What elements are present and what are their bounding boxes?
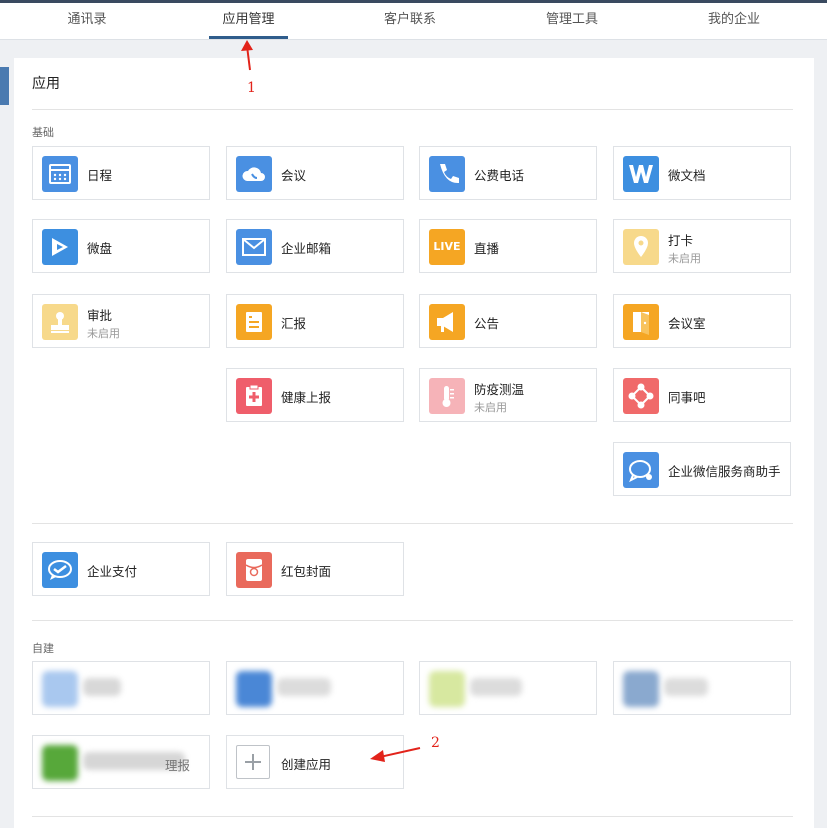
app-card-pay[interactable]: 企业支付 — [32, 542, 210, 596]
app-card-colleague[interactable]: 同事吧 — [613, 368, 791, 422]
annotation-label-1: 1 — [247, 80, 256, 96]
app-card-schedule[interactable]: 日程 — [32, 146, 210, 200]
tab-contacts[interactable]: 通讯录 — [48, 3, 126, 39]
app-card-doc[interactable]: 微文档 — [613, 146, 791, 200]
app-status: 未启用 — [87, 327, 120, 340]
app-label: 直播 — [474, 241, 500, 256]
tab-management-tools[interactable]: 管理工具 — [532, 3, 612, 39]
blurred-app-label — [470, 678, 522, 696]
blurred-app-label — [277, 678, 331, 696]
mail-icon — [236, 229, 272, 265]
app-card-room[interactable]: 会议室 — [613, 294, 791, 348]
blurred-app-icon — [429, 671, 465, 707]
blurred-app-icon — [623, 671, 659, 707]
app-label: 创建应用 — [281, 757, 332, 772]
annotation-arrow-1 — [241, 40, 253, 71]
app-card-report[interactable]: 汇报 — [226, 294, 404, 348]
pay-icon — [42, 552, 78, 588]
custom-app-card-2[interactable] — [226, 661, 404, 715]
app-status: 未启用 — [668, 252, 701, 265]
divider — [32, 620, 793, 621]
app-label: 微文档 — [668, 168, 706, 183]
left-side-indicator — [0, 67, 9, 105]
app-card-approval[interactable]: 审批 未启用 — [32, 294, 210, 348]
app-label: 微盘 — [87, 241, 113, 256]
apps-panel: 应用 基础 日程 会议 公费电话 微文档 微盘 企业邮箱 LIVE 直播 打卡 … — [14, 58, 814, 828]
location-pin-icon — [623, 229, 659, 265]
custom-app-card-4[interactable] — [613, 661, 791, 715]
blurred-app-icon — [236, 671, 272, 707]
stamp-icon — [42, 304, 78, 340]
section-custom-label: 自建 — [32, 642, 54, 655]
app-label: 企业微信服务商助手 — [668, 464, 781, 479]
app-label: 同事吧 — [668, 390, 706, 405]
blurred-app-icon — [42, 745, 78, 781]
app-label: 企业邮箱 — [281, 241, 332, 256]
live-icon: LIVE — [429, 229, 465, 265]
app-card-health[interactable]: 健康上报 — [226, 368, 404, 422]
app-label: 汇报 — [281, 316, 307, 331]
divider — [32, 816, 793, 817]
app-label: 会议室 — [668, 316, 706, 331]
app-card-live[interactable]: LIVE 直播 — [419, 219, 597, 273]
plus-icon — [236, 745, 270, 779]
app-card-disk[interactable]: 微盘 — [32, 219, 210, 273]
disk-icon — [42, 229, 78, 265]
app-card-notice[interactable]: 公告 — [419, 294, 597, 348]
app-label: 会议 — [281, 168, 307, 183]
blurred-app-label — [664, 678, 708, 696]
red-packet-icon — [236, 552, 272, 588]
app-card-checkin[interactable]: 打卡 未启用 — [613, 219, 791, 273]
tab-app-management[interactable]: 应用管理 — [209, 3, 288, 39]
app-status: 未启用 — [474, 401, 507, 414]
medical-clipboard-icon — [236, 378, 272, 414]
phone-icon — [429, 156, 465, 192]
tab-my-enterprise[interactable]: 我的企业 — [694, 3, 774, 39]
thermometer-icon — [429, 378, 465, 414]
app-label: 日程 — [87, 168, 113, 183]
app-label: 健康上报 — [281, 390, 332, 405]
megaphone-icon — [429, 304, 465, 340]
app-card-mail[interactable]: 企业邮箱 — [226, 219, 404, 273]
custom-app-card-1[interactable] — [32, 661, 210, 715]
section-basic-label: 基础 — [32, 126, 54, 139]
annotation-arrow-2 — [370, 747, 421, 762]
blurred-app-label — [83, 678, 121, 696]
divider — [32, 109, 793, 110]
divider — [32, 523, 793, 524]
partial-app-label: 理报 — [165, 758, 191, 773]
chat-bubble-icon — [623, 452, 659, 488]
app-label: 公费电话 — [474, 168, 525, 183]
calendar-icon — [42, 156, 78, 192]
panel-title: 应用 — [32, 76, 60, 92]
app-label: 企业支付 — [87, 564, 138, 579]
app-label: 审批 — [87, 308, 113, 323]
top-nav: 通讯录 应用管理 客户联系 管理工具 我的企业 — [0, 3, 827, 40]
custom-app-card-3[interactable] — [419, 661, 597, 715]
network-icon — [623, 378, 659, 414]
app-label: 公告 — [474, 316, 500, 331]
custom-app-card-5[interactable]: 理报 — [32, 735, 210, 789]
tab-customer-contact[interactable]: 客户联系 — [370, 3, 450, 39]
app-label: 打卡 — [668, 233, 694, 248]
app-label: 防疫测温 — [474, 382, 525, 397]
app-card-temp[interactable]: 防疫测温 未启用 — [419, 368, 597, 422]
app-card-phone[interactable]: 公费电话 — [419, 146, 597, 200]
app-card-meeting[interactable]: 会议 — [226, 146, 404, 200]
app-label: 红包封面 — [281, 564, 332, 579]
annotation-label-2: 2 — [431, 735, 440, 751]
app-card-assistant[interactable]: 企业微信服务商助手 — [613, 442, 791, 496]
app-card-redpacket[interactable]: 红包封面 — [226, 542, 404, 596]
cloud-phone-icon — [236, 156, 272, 192]
blurred-app-icon — [42, 671, 78, 707]
door-icon — [623, 304, 659, 340]
w-doc-icon — [623, 156, 659, 192]
report-icon — [236, 304, 272, 340]
